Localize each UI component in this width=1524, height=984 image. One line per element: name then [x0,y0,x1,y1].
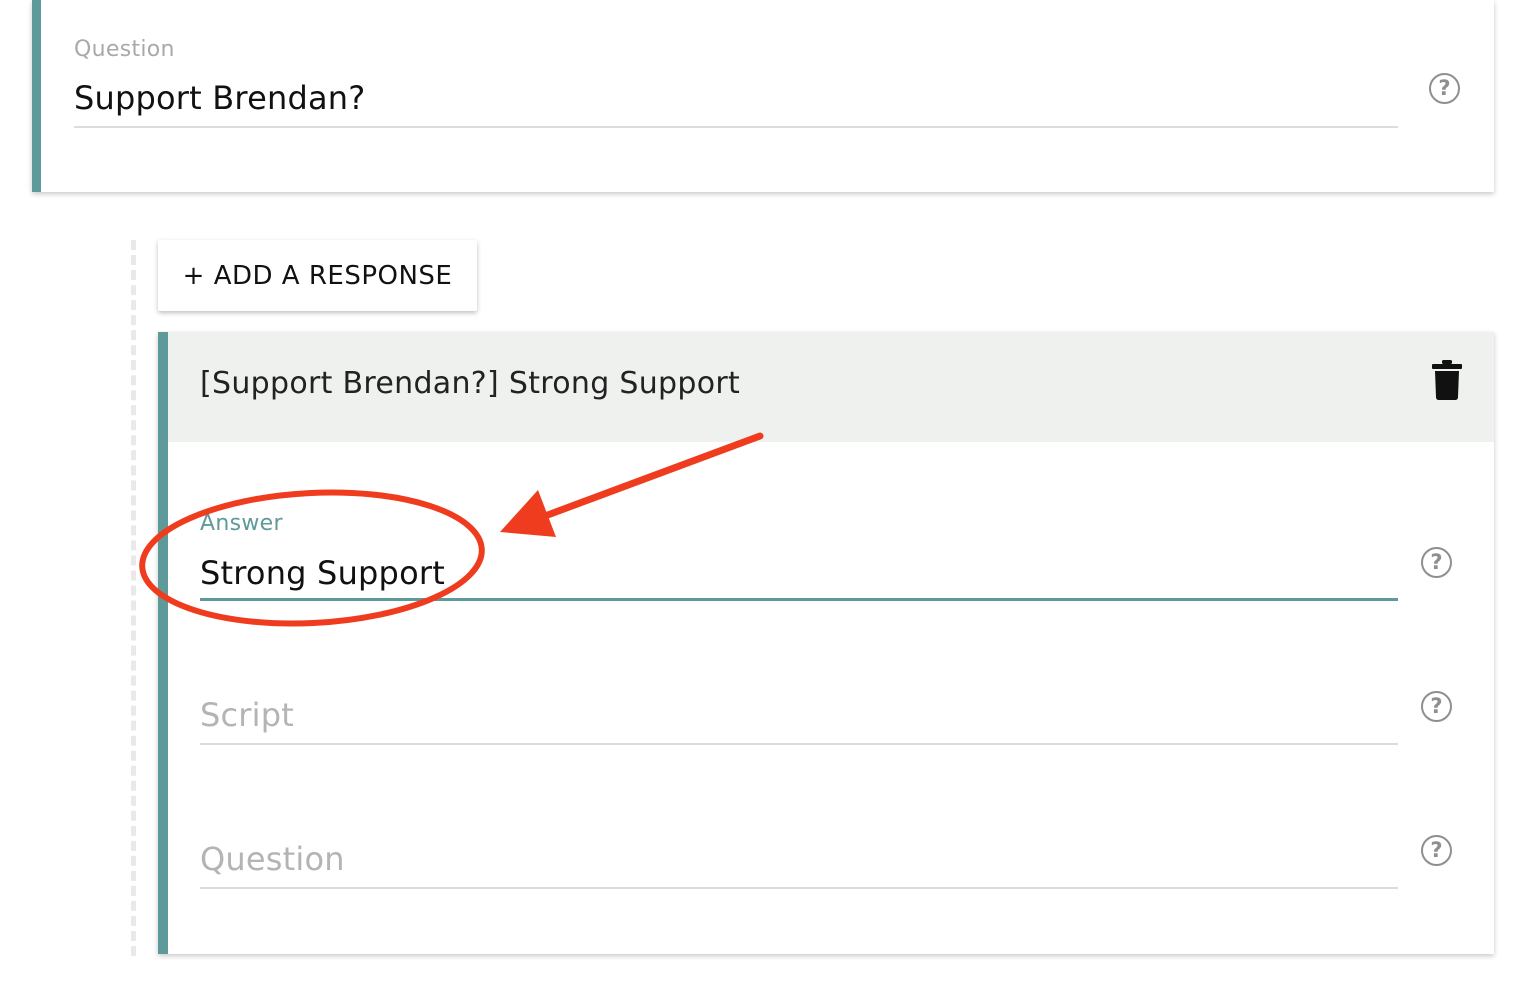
response-connector-line [131,240,136,956]
question-label: Question [74,37,175,62]
answer-input-underline [200,598,1398,601]
followup-question-input-underline [200,887,1398,889]
question-card: Question Support Brendan? ? [32,0,1494,192]
help-icon[interactable]: ? [1429,73,1460,104]
question-input-underline [74,126,1398,128]
response-card: [Support Brendan?] Strong Support Answer… [158,332,1494,954]
response-title: [Support Brendan?] Strong Support [200,366,741,401]
trash-icon[interactable] [1432,360,1462,400]
answer-input[interactable]: Strong Support [200,554,445,592]
script-input[interactable]: Script [200,696,294,734]
help-icon[interactable]: ? [1421,835,1452,866]
followup-question-input[interactable]: Question [200,840,345,878]
script-input-underline [200,743,1398,745]
add-response-button[interactable]: + ADD A RESPONSE [158,240,477,311]
question-input[interactable]: Support Brendan? [74,79,365,117]
answer-label: Answer [200,511,283,536]
help-icon[interactable]: ? [1421,547,1452,578]
help-icon[interactable]: ? [1421,691,1452,722]
response-header[interactable]: [Support Brendan?] Strong Support [168,332,1494,442]
